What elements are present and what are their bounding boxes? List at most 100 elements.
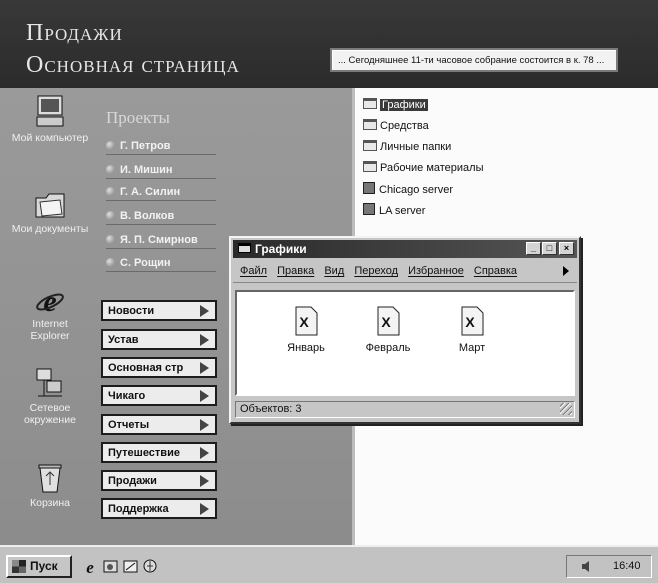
server-icon — [363, 203, 375, 215]
my-documents-icon — [35, 193, 65, 218]
quicklaunch-channels-icon[interactable] — [142, 558, 159, 575]
desktop-icon-my-documents[interactable]: Мои документы — [4, 190, 96, 235]
news-ticker[interactable]: ... Сегодняшнее 11-ти часовое собрание с… — [330, 48, 618, 72]
recycle-bin-icon — [38, 464, 62, 493]
nav-button-label: Поддержка — [108, 503, 169, 515]
taskbar: Пуск e 16:40 — [0, 545, 658, 583]
file-name: Февраль — [365, 342, 411, 354]
nav-button-charter[interactable]: Устав — [101, 329, 217, 350]
project-person-link[interactable]: Г. Петров — [106, 140, 216, 155]
tree-item-folder[interactable]: Графики — [363, 98, 428, 111]
tree-item-server[interactable]: Chicago server — [363, 182, 453, 196]
close-button[interactable]: × — [559, 242, 574, 255]
nav-button-label: Продажи — [108, 475, 157, 487]
bullet-icon — [106, 211, 115, 220]
desktop-icon-recycle-bin[interactable]: Корзина — [4, 462, 96, 509]
bullet-icon — [106, 187, 115, 196]
arrow-right-icon — [200, 503, 209, 515]
file-name: Март — [458, 342, 486, 354]
nav-button-travel[interactable]: Путешествие — [101, 442, 217, 463]
excel-file-icon: X — [377, 306, 400, 336]
start-label: Пуск — [30, 559, 58, 573]
nav-button-chicago[interactable]: Чикаго — [101, 385, 217, 406]
start-button[interactable]: Пуск — [6, 555, 72, 578]
file-item[interactable]: X Март — [437, 306, 507, 354]
arrow-right-icon — [200, 475, 209, 487]
page-title-line1: Продажи — [26, 20, 123, 46]
arrow-right-icon — [200, 362, 209, 374]
tree-item-label: Графики — [380, 99, 428, 111]
my-computer-icon — [36, 95, 64, 127]
project-person-link[interactable]: Я. П. Смирнов — [106, 234, 216, 249]
minimize-button[interactable]: _ — [526, 242, 541, 255]
chevron-right-icon[interactable] — [563, 266, 569, 276]
tree-item-folder[interactable]: Средства — [363, 119, 429, 132]
file-item[interactable]: X Январь — [271, 306, 341, 354]
svg-text:e: e — [43, 285, 56, 315]
person-name: Г. А. Силин — [120, 186, 181, 198]
bullet-icon — [106, 235, 115, 244]
arrow-right-icon — [200, 447, 209, 459]
desktop-icon-network[interactable]: Сетевое окружение — [4, 367, 96, 426]
quicklaunch-ie-icon[interactable]: e — [82, 558, 99, 575]
nav-button-news[interactable]: Новости — [101, 300, 217, 321]
tree-item-server[interactable]: LA server — [363, 203, 425, 217]
projects-heading: Проекты — [106, 108, 170, 127]
folder-icon — [363, 98, 377, 109]
status-bar: Объектов: 3 — [235, 401, 575, 418]
clock[interactable]: 16:40 — [613, 560, 641, 572]
window-title: Графики — [255, 242, 307, 256]
desktop-icon-label: Мой компьютер — [11, 132, 89, 144]
menu-view[interactable]: Вид — [324, 265, 344, 277]
menu-edit[interactable]: Правка — [277, 265, 314, 277]
person-name: С. Рощин — [120, 257, 171, 269]
nav-button-support[interactable]: Поддержка — [101, 498, 217, 519]
tree-item-folder[interactable]: Рабочие материалы — [363, 161, 484, 174]
folder-icon — [363, 140, 377, 151]
bullet-icon — [106, 141, 115, 150]
project-person-link[interactable]: С. Рощин — [106, 257, 216, 272]
arrow-right-icon — [200, 305, 209, 317]
project-person-link[interactable]: И. Мишин — [106, 164, 216, 179]
svg-text:X: X — [465, 314, 475, 330]
nav-button-main-page[interactable]: Основная стр — [101, 357, 217, 378]
status-text: Объектов: 3 — [240, 403, 302, 415]
person-name: И. Мишин — [120, 164, 173, 176]
quicklaunch-desktop-icon[interactable] — [122, 558, 139, 575]
menu-file[interactable]: Файл — [240, 265, 267, 277]
menu-bar: Файл Правка Вид Переход Избранное Справк… — [233, 261, 577, 283]
maximize-button[interactable]: □ — [542, 242, 557, 255]
nav-button-label: Путешествие — [108, 447, 180, 459]
nav-button-label: Чикаго — [108, 390, 146, 402]
menu-help[interactable]: Справка — [474, 265, 517, 277]
tree-item-label: Рабочие материалы — [380, 162, 484, 174]
project-person-link[interactable]: Г. А. Силин — [106, 186, 216, 201]
file-item[interactable]: X Февраль — [353, 306, 423, 354]
folder-icon — [363, 119, 377, 130]
tree-item-folder[interactable]: Личные папки — [363, 140, 451, 153]
explorer-window: Графики _ □ × Файл Правка Вид Переход Из… — [229, 236, 581, 424]
menu-go[interactable]: Переход — [354, 265, 398, 277]
desktop-icon-label: Сетевое окружение — [24, 402, 76, 426]
nav-button-sales[interactable]: Продажи — [101, 470, 217, 491]
nav-button-reports[interactable]: Отчеты — [101, 414, 217, 435]
internet-explorer-icon: e — [36, 285, 64, 315]
project-person-link[interactable]: В. Волков — [106, 210, 216, 225]
svg-text:X: X — [381, 314, 391, 330]
windows-flag-icon — [12, 560, 26, 573]
resize-grip-icon[interactable] — [560, 403, 572, 415]
nav-button-label: Основная стр — [108, 362, 184, 374]
svg-text:X: X — [299, 314, 309, 330]
desktop-icon-label: Internet Explorer — [30, 318, 70, 342]
network-neighborhood-icon — [36, 368, 62, 397]
menu-favorites[interactable]: Избранное — [408, 265, 464, 277]
tree-item-label: LA server — [379, 205, 426, 217]
desktop-icon-my-computer[interactable]: Мой компьютер — [4, 95, 96, 144]
speaker-icon[interactable] — [581, 560, 591, 573]
nav-button-label: Новости — [108, 305, 155, 317]
desktop-icon-label: Корзина — [30, 497, 70, 509]
quicklaunch-outlook-icon[interactable] — [102, 558, 119, 575]
desktop-icon-internet-explorer[interactable]: e Internet Explorer — [4, 285, 96, 342]
person-name: Я. П. Смирнов — [120, 234, 198, 246]
window-title-bar[interactable]: Графики _ □ × — [233, 240, 577, 258]
